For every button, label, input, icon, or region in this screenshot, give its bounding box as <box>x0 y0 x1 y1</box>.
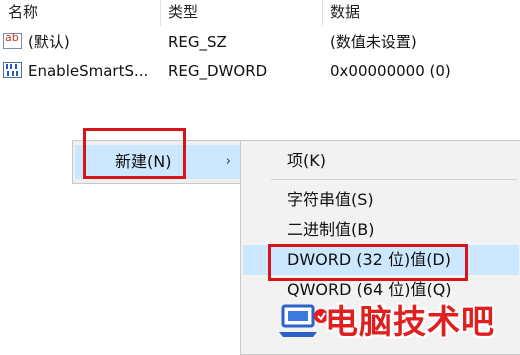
value-type: REG_SZ <box>168 33 227 51</box>
column-header-name[interactable]: 名称 <box>0 0 160 26</box>
submenu-item-string-value-label: 字符串值(S) <box>287 190 374 209</box>
annotation-highlight-box <box>268 244 468 281</box>
watermark-logo-icon <box>279 304 328 337</box>
submenu-item-key[interactable]: 项(K) <box>243 146 519 176</box>
registry-value-row[interactable]: EnableSmartS... REG_DWORD 0x00000000 (0) <box>0 56 520 86</box>
list-header: 名称 类型 数据 <box>0 0 520 26</box>
submenu-item-key-label: 项(K) <box>287 151 326 170</box>
string-value-icon <box>3 31 22 49</box>
watermark: 电脑技术吧 <box>277 300 517 344</box>
value-data: (数值未设置) <box>330 33 417 51</box>
column-header-type[interactable]: 类型 <box>160 0 322 26</box>
submenu-item-string-value[interactable]: 字符串值(S) <box>243 185 519 215</box>
submenu-item-binary-value-label: 二进制值(B) <box>287 220 375 239</box>
menu-divider <box>271 179 517 180</box>
submenu-arrow-icon: › <box>225 154 231 169</box>
submenu-item-binary-value[interactable]: 二进制值(B) <box>243 215 519 245</box>
binary-value-icon <box>3 62 22 78</box>
value-data: 0x00000000 (0) <box>330 62 451 80</box>
value-name: (默认) <box>28 33 70 51</box>
annotation-highlight-box <box>83 128 186 179</box>
watermark-text: 电脑技术吧 <box>325 302 495 341</box>
registry-value-row[interactable]: (默认) REG_SZ (数值未设置) <box>0 27 520 57</box>
value-type: REG_DWORD <box>168 62 268 80</box>
column-header-data[interactable]: 数据 <box>322 0 520 26</box>
value-name: EnableSmartS... <box>28 62 149 80</box>
